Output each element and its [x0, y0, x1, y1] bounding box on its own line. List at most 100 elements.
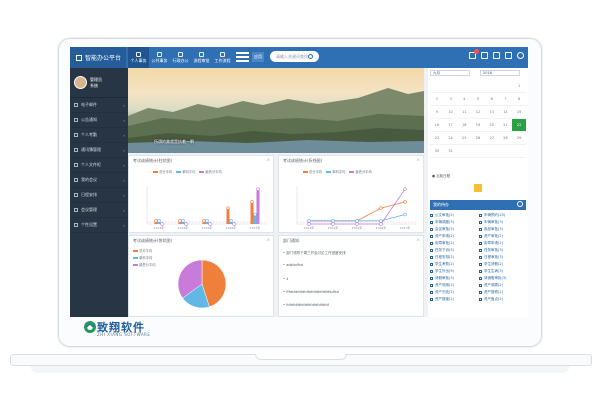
notice-item[interactable]: • fdfdfdfdfdfdfdfdfdfdfdfdf	[283, 303, 329, 307]
sidebar-item-label: 个性设置	[81, 222, 97, 227]
calendar-day[interactable]: 5	[471, 93, 485, 106]
sidebar-item-settings[interactable]: 个性设置 ›	[70, 218, 128, 233]
todo-item[interactable]: 车辆审批(3)	[479, 220, 526, 225]
tab-personal[interactable]: 个人事务	[128, 47, 149, 68]
calendar-day[interactable]: 12	[471, 106, 485, 119]
sidebar-item-email[interactable]: 电子邮件 ›	[70, 98, 128, 113]
close-icon[interactable]: ×	[417, 157, 420, 162]
calendar-day[interactable]: 24	[443, 132, 458, 145]
sidebar-item-meeting-manage[interactable]: 会议管理 ›	[70, 203, 128, 218]
power-icon[interactable]	[517, 52, 524, 59]
calendar-day[interactable]: 1	[512, 80, 526, 93]
close-icon[interactable]: ×	[417, 237, 420, 242]
todo-item[interactable]: 资产盘点(2)	[479, 297, 526, 302]
todo-item[interactable]: 学生请假(2)	[479, 262, 526, 267]
todo-item[interactable]: 日程安排(2)	[430, 255, 477, 260]
calendar-day[interactable]: 10	[443, 106, 458, 119]
chevron-right-icon: ›	[123, 132, 125, 138]
sidebar-item-contacts[interactable]: 通讯簿管理 ›	[70, 143, 128, 158]
todo-item[interactable]: 资产申请(2)	[430, 234, 477, 239]
avatar[interactable]	[74, 76, 87, 89]
gear-icon[interactable]	[493, 52, 500, 59]
todo-item[interactable]: 车辆预约(20)	[479, 213, 526, 218]
brand[interactable]: 智能办公平台	[70, 47, 126, 68]
calendar-day[interactable]: 20	[484, 119, 499, 132]
notice-item[interactable]: • 部门领导下周三开会讨论工作进度安排	[283, 251, 346, 256]
search-icon[interactable]	[308, 54, 313, 59]
todo-item[interactable]: 任务下派(3)	[430, 248, 477, 253]
notice-item[interactable]: • fffdsfdfdfdfdfdfdfdfdfdfdfsdfsd	[283, 290, 339, 294]
todo-item[interactable]: 学生外出(3)	[430, 269, 477, 274]
todo-item[interactable]: 任务审批(3)	[479, 248, 526, 253]
sidebar-item-schedule[interactable]: 日程安排 ›	[70, 188, 128, 203]
calendar-day[interactable]: 11	[457, 106, 472, 119]
close-icon[interactable]: ×	[267, 157, 270, 162]
calendar-day[interactable]: 16	[430, 119, 444, 132]
calendar-day[interactable]: 31	[443, 145, 458, 158]
calendar-day[interactable]: 18	[457, 119, 472, 132]
calendar-day[interactable]: 15	[512, 106, 526, 119]
todo-item[interactable]: 公文审批(2)	[430, 213, 477, 218]
calendar-day[interactable]: 7	[498, 93, 513, 106]
calendar-day[interactable]: 9	[430, 106, 444, 119]
sidebar-item-notice[interactable]: 公告通知 ›	[70, 113, 128, 128]
calendar-day	[484, 80, 499, 93]
calendar-day[interactable]: 6	[484, 93, 499, 106]
calendar-day[interactable]: 28	[498, 132, 513, 145]
sidebar-item-meeting[interactable]: 我的会议 ›	[70, 173, 128, 188]
calendar-day[interactable]: 19	[471, 119, 485, 132]
app-button[interactable]: 应用	[252, 52, 264, 62]
shirt-icon[interactable]	[505, 52, 512, 59]
tab-public[interactable]: 公共事务	[149, 47, 170, 68]
todo-item[interactable]: 学生生病(3)	[479, 269, 526, 274]
calendar-day[interactable]: 14	[498, 106, 513, 119]
todo-item[interactable]: 用章申请(2)	[479, 241, 526, 246]
calendar-day[interactable]: 2	[430, 93, 444, 106]
calendar-day[interactable]: 4	[457, 93, 472, 106]
todo-item[interactable]: 用品审批(3)	[479, 227, 526, 232]
bell-icon[interactable]	[469, 49, 479, 59]
collapse-icon[interactable]	[517, 201, 523, 207]
home-icon[interactable]	[481, 52, 488, 59]
todo-item[interactable]: 请假审批(3)	[430, 276, 477, 281]
calendar-day[interactable]: 22	[512, 119, 526, 132]
todo-item[interactable]: 资产归还(2)	[430, 290, 477, 295]
year-select[interactable]: 2016	[480, 70, 520, 76]
todo-item[interactable]: 用章审批(2)	[430, 241, 477, 246]
todo-item[interactable]: 资产报废(2)	[430, 297, 477, 302]
todo-item[interactable]: 资产审批(2)	[479, 234, 526, 239]
card-title: 考试成绩统计(折线图)	[283, 158, 323, 163]
todo-label: 资产审批(2)	[484, 234, 503, 238]
calendar-day[interactable]: 17	[443, 119, 458, 132]
calendar-day[interactable]: 29	[512, 132, 526, 145]
sidebar-item-attendance[interactable]: 个人考勤 ›	[70, 128, 128, 143]
calendar-day[interactable]: 3	[443, 93, 458, 106]
tab-workflow[interactable]: 工作流程	[212, 47, 233, 68]
hamburger-menu-icon[interactable]	[236, 50, 249, 63]
calendar-day[interactable]: 21	[498, 119, 513, 132]
add-event-button[interactable]	[474, 184, 482, 192]
todo-item[interactable]: 请销假审批(3)	[479, 276, 526, 281]
todo-item[interactable]: 日程审批(3)	[479, 255, 526, 260]
calendar-day[interactable]: 8	[512, 93, 526, 106]
calendar-day[interactable]: 27	[484, 132, 499, 145]
month-select[interactable]: 九月	[430, 70, 470, 76]
tab-admin[interactable]: 行政办公	[170, 47, 191, 68]
calendar-day[interactable]: 25	[457, 132, 472, 145]
todo-item[interactable]: 资产调拨(2)	[479, 283, 526, 288]
calendar-day[interactable]: 13	[484, 106, 499, 119]
calendar-day[interactable]: 30	[430, 145, 444, 158]
tab-approval[interactable]: 流程审批	[191, 47, 212, 68]
sidebar-item-files[interactable]: 个人文件柜 ›	[70, 158, 128, 173]
notice-item[interactable]: • 4	[283, 277, 288, 281]
todo-item[interactable]: 学生考勤(2)	[430, 262, 477, 267]
notice-item[interactable]: • adsfsdfsd	[283, 263, 303, 267]
calendar-day[interactable]: 26	[471, 132, 485, 145]
todo-item[interactable]: 会议审批(3)	[430, 227, 477, 232]
calendar-day[interactable]: 23	[430, 132, 444, 145]
app-screen: 智能办公平台 个人事务 公共事务 行政办公 流程审批 工作流程 应用 请输入关键…	[70, 47, 528, 317]
todo-item[interactable]: 资产报修(2)	[479, 290, 526, 295]
close-icon[interactable]: ×	[267, 237, 270, 242]
todo-item[interactable]: 车辆调度(3)	[430, 220, 477, 225]
todo-item[interactable]: 资产领用(2)	[430, 283, 477, 288]
